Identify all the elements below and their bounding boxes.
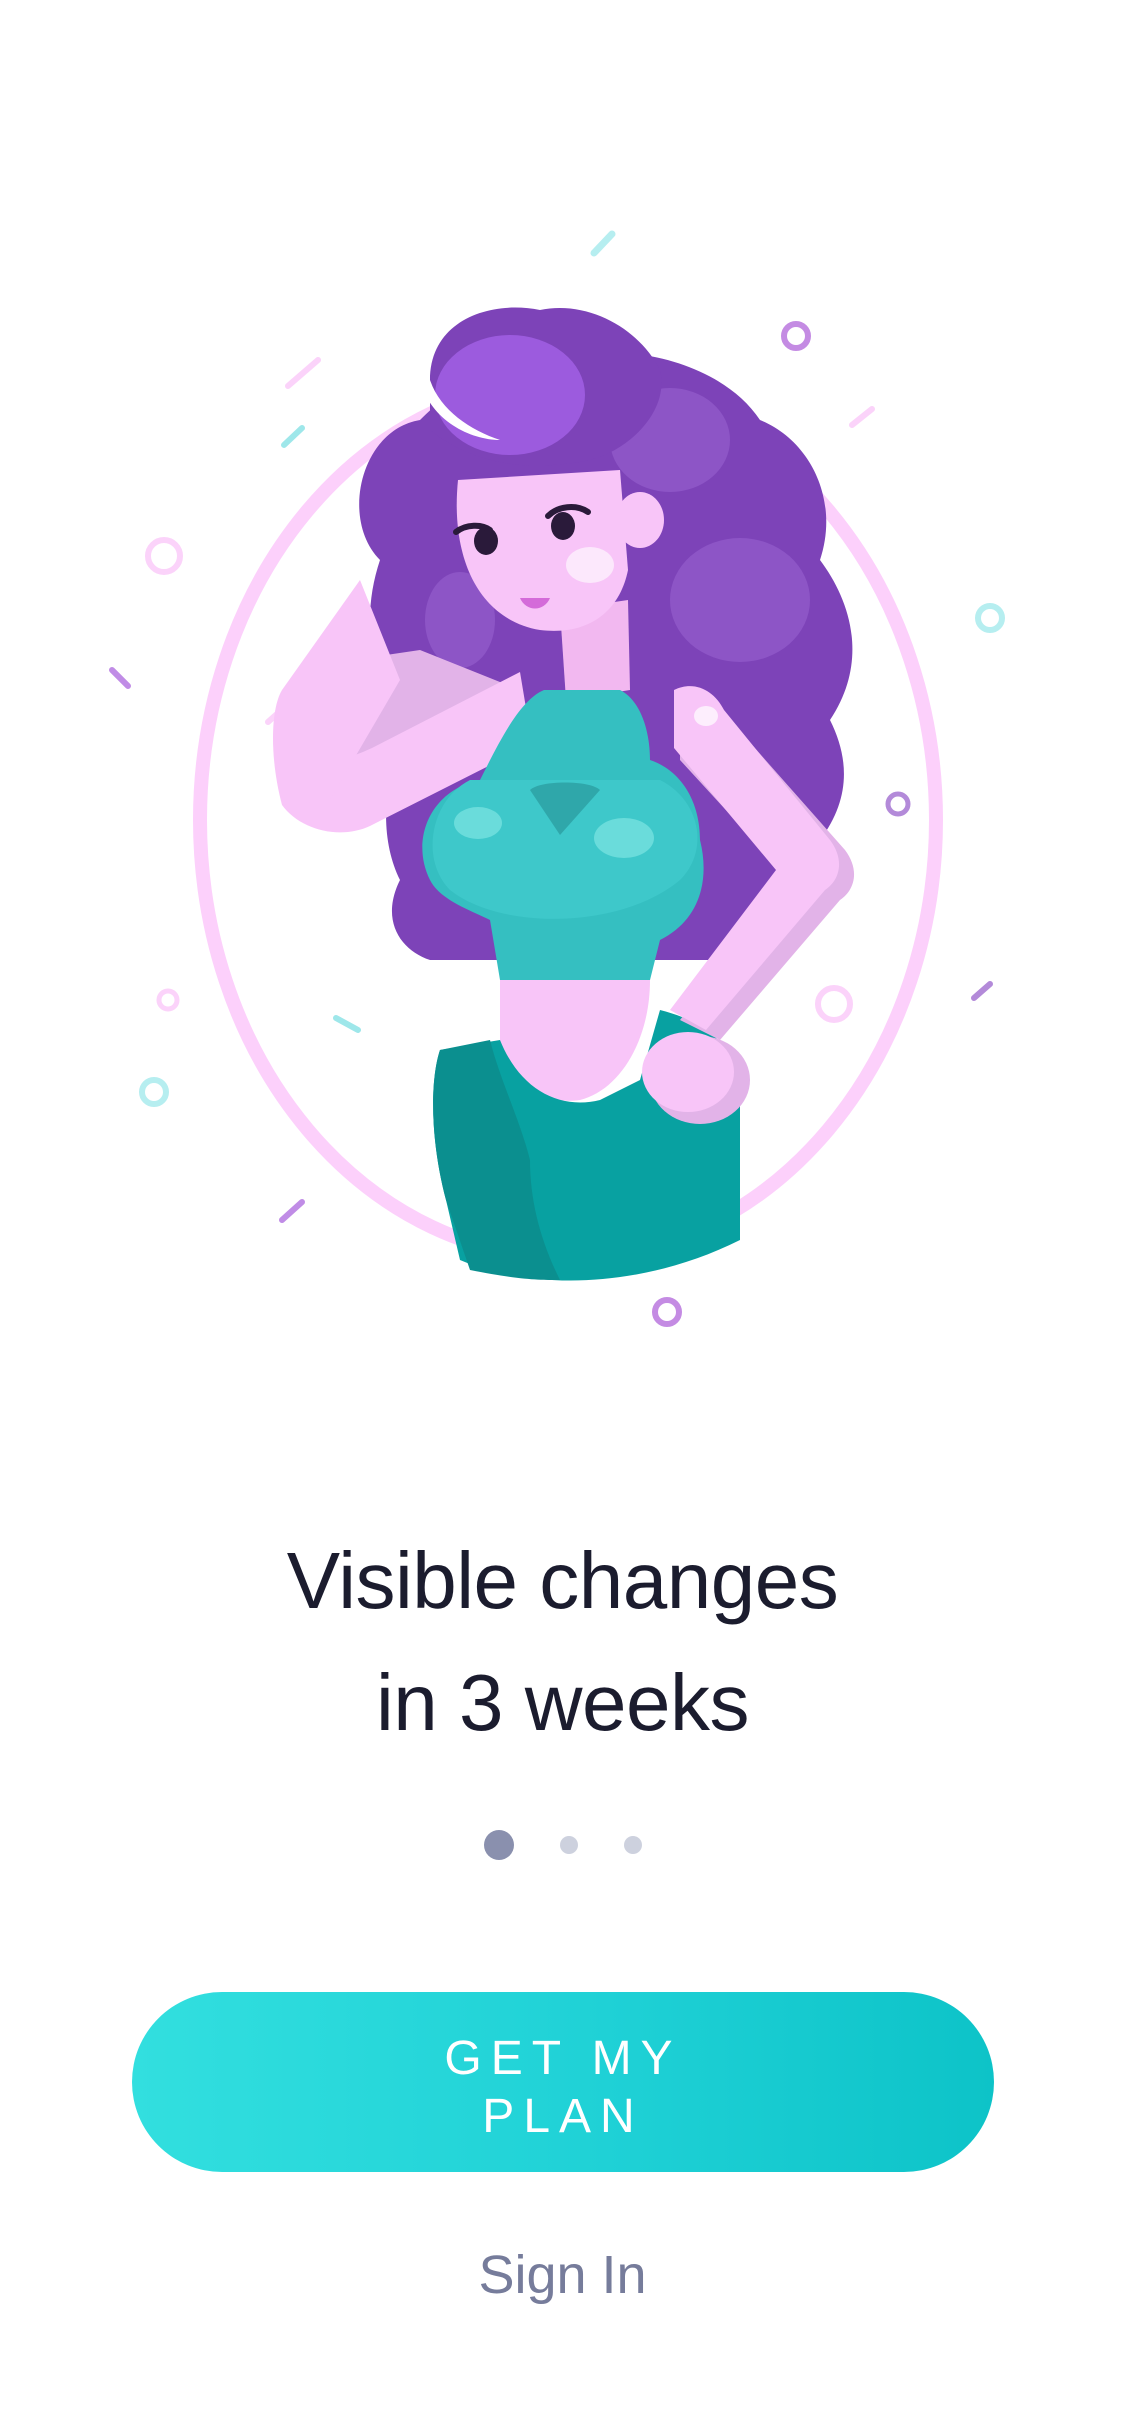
page-indicator — [0, 1830, 1125, 1860]
onboarding-headline: Visible changes in 3 weeks — [0, 1520, 1125, 1764]
page-dot-3[interactable] — [623, 1836, 642, 1854]
headline-line-2: in 3 weeks — [376, 1658, 749, 1747]
onboarding-illustration — [109, 230, 1005, 1327]
page-dot-2[interactable] — [559, 1836, 578, 1854]
get-my-plan-label: GET MY PLAN — [444, 2032, 682, 2143]
sign-in-link[interactable]: Sign In — [0, 2240, 1125, 2310]
get-my-plan-button[interactable]: GET MY PLAN — [132, 1992, 994, 2172]
headline-line-1: Visible changes — [286, 1536, 839, 1625]
page-dot-1-active[interactable] — [483, 1830, 514, 1860]
